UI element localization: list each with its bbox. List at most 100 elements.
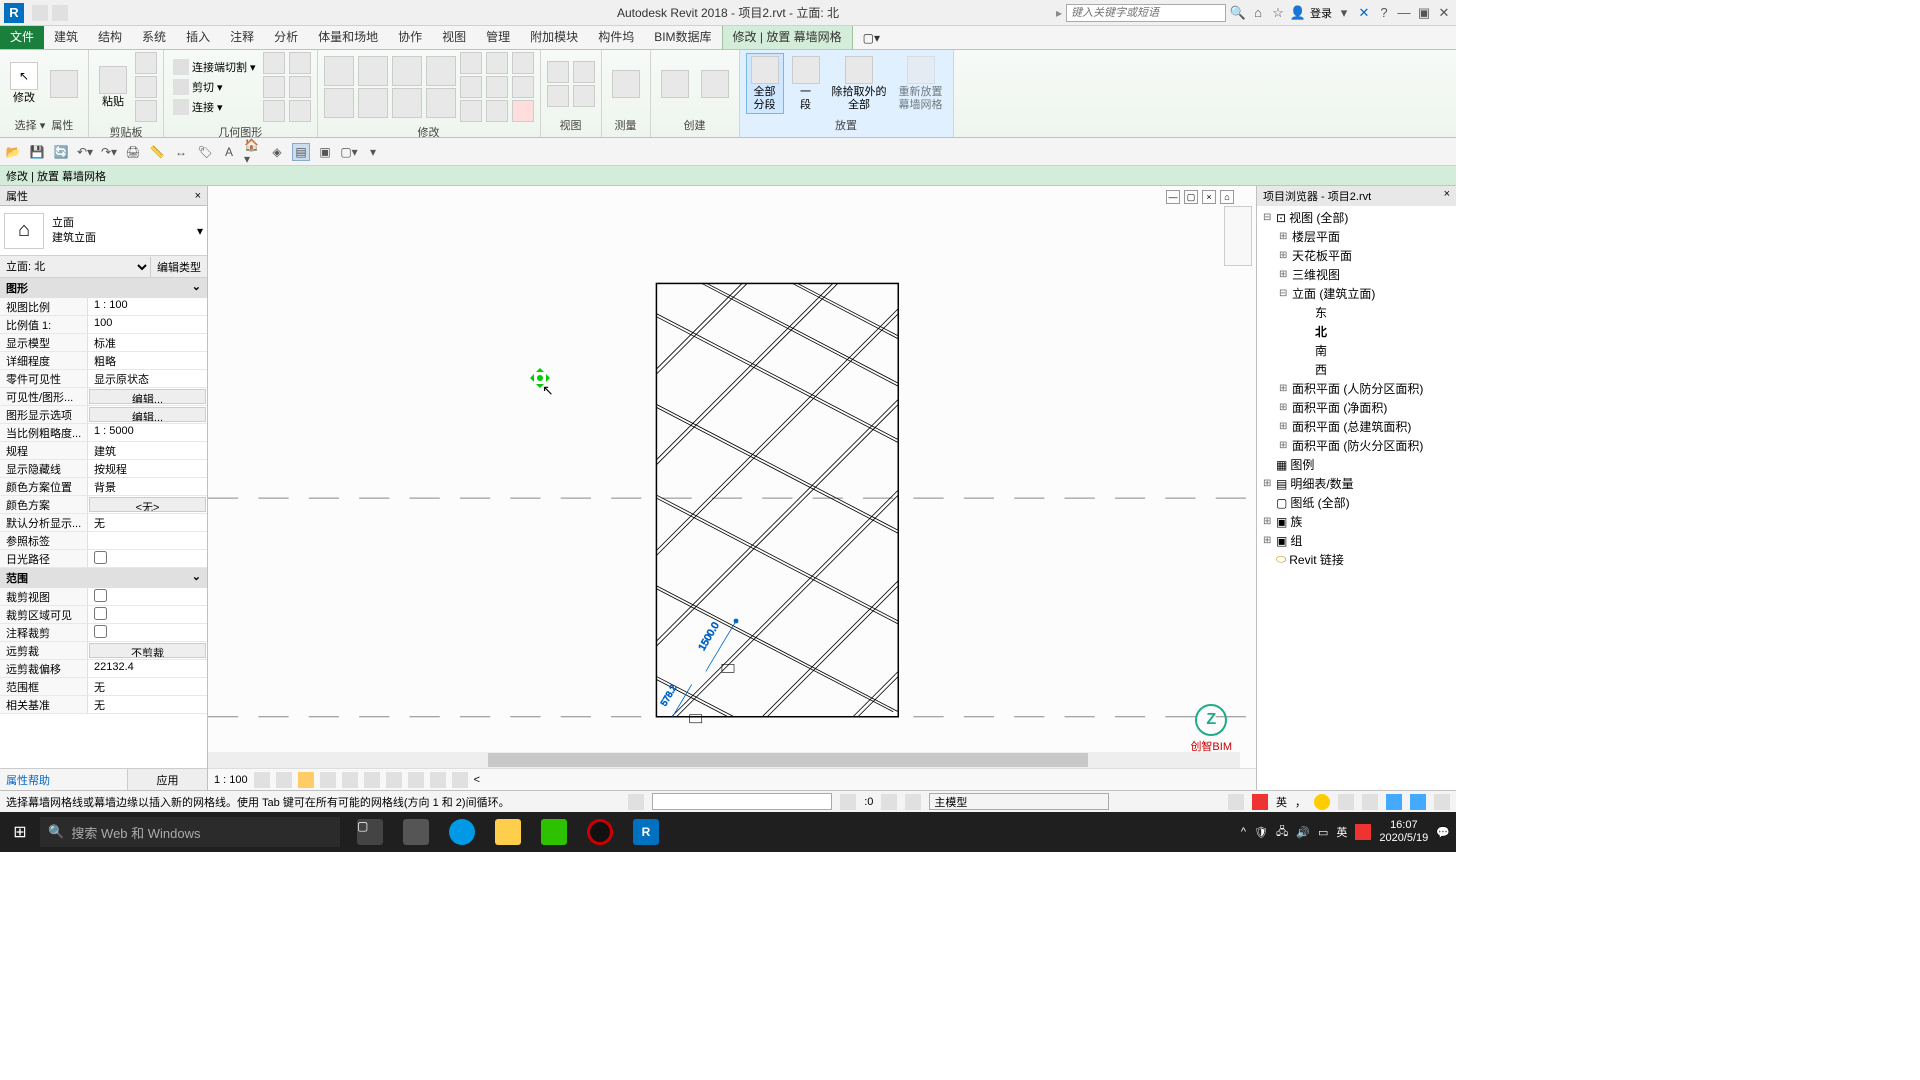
tab-panel-toggle[interactable]: ▢▾ bbox=[853, 27, 890, 49]
geom-tool-2[interactable] bbox=[263, 76, 285, 98]
start-button[interactable]: ⊞ bbox=[0, 812, 40, 852]
worksets-icon[interactable] bbox=[628, 794, 644, 810]
properties-help[interactable]: 属性帮助 bbox=[0, 769, 127, 790]
area-plans-1[interactable]: ⊞面积平面 (人防分区面积) bbox=[1259, 379, 1454, 398]
sun-icon[interactable] bbox=[298, 772, 314, 788]
crop-show-icon[interactable] bbox=[386, 772, 402, 788]
cut-clipboard[interactable] bbox=[135, 52, 157, 74]
views-root[interactable]: ⊟⊡视图 (全部) bbox=[1259, 208, 1454, 227]
horizontal-scrollbar[interactable] bbox=[208, 752, 1240, 768]
move-button[interactable] bbox=[324, 88, 354, 118]
skin-icon[interactable] bbox=[1386, 794, 1402, 810]
elevations[interactable]: ⊟立面 (建筑立面) bbox=[1259, 284, 1454, 303]
apply-button[interactable]: 应用 bbox=[127, 769, 207, 790]
m6[interactable] bbox=[486, 100, 508, 122]
paste-button[interactable]: 粘贴 bbox=[95, 64, 131, 110]
scale-display[interactable]: 1 : 100 bbox=[214, 774, 248, 786]
prop-value[interactable]: 无 bbox=[88, 514, 207, 531]
ime-label[interactable]: 英 bbox=[1276, 794, 1287, 810]
v4[interactable] bbox=[573, 85, 595, 107]
tab-file[interactable]: 文件 bbox=[0, 24, 44, 49]
copy-clipboard[interactable] bbox=[135, 76, 157, 98]
prop-value[interactable]: 无 bbox=[88, 696, 207, 713]
emoji-icon[interactable] bbox=[1314, 794, 1330, 810]
prop-value[interactable] bbox=[88, 532, 207, 549]
tab-annotate[interactable]: 注释 bbox=[220, 24, 264, 49]
one-segment-button[interactable]: 一 段 bbox=[788, 54, 824, 112]
tab-massing[interactable]: 体量和场地 bbox=[308, 24, 388, 49]
3d-icon[interactable]: 🏠▾ bbox=[244, 143, 262, 161]
prop-value-button[interactable]: 不剪裁 bbox=[89, 643, 206, 658]
view-min-icon[interactable]: — bbox=[1166, 190, 1180, 204]
tab-manage[interactable]: 管理 bbox=[476, 24, 520, 49]
search-input[interactable] bbox=[1066, 4, 1226, 22]
edit-type-button[interactable]: 编辑类型 bbox=[150, 257, 207, 277]
m7[interactable] bbox=[512, 52, 534, 74]
create-button-1[interactable] bbox=[657, 68, 693, 100]
select-links-icon[interactable] bbox=[1228, 794, 1244, 810]
tag-icon[interactable]: 🏷 bbox=[196, 143, 214, 161]
m4[interactable] bbox=[486, 52, 508, 74]
tray-notifications-icon[interactable]: 💬 bbox=[1436, 826, 1450, 839]
close-hidden-icon[interactable]: ▣ bbox=[316, 143, 334, 161]
keyboard-icon[interactable] bbox=[1362, 794, 1378, 810]
close-icon[interactable]: ✕ bbox=[1436, 5, 1452, 21]
tab-view[interactable]: 视图 bbox=[432, 24, 476, 49]
tab-collaborate[interactable]: 协作 bbox=[388, 24, 432, 49]
exchange-icon[interactable]: ✕ bbox=[1356, 5, 1372, 21]
copy-button[interactable] bbox=[358, 88, 388, 118]
geom-tool-3[interactable] bbox=[263, 100, 285, 122]
measure-button[interactable] bbox=[608, 68, 644, 100]
prop-value-checkbox[interactable] bbox=[88, 624, 207, 641]
shadow-icon[interactable] bbox=[320, 772, 336, 788]
prop-value[interactable]: 按规程 bbox=[88, 460, 207, 477]
cut-geom-button[interactable]: 剪切 ▾ bbox=[170, 78, 259, 96]
sogou-icon[interactable] bbox=[1252, 794, 1268, 810]
sync-icon[interactable]: 🔄 bbox=[52, 143, 70, 161]
m5[interactable] bbox=[486, 76, 508, 98]
tab-insert[interactable]: 插入 bbox=[176, 24, 220, 49]
prop-value[interactable]: 无 bbox=[88, 678, 207, 695]
tray-up-icon[interactable]: ^ bbox=[1241, 826, 1246, 838]
login-label[interactable]: 登录 bbox=[1310, 5, 1332, 21]
trim-button[interactable] bbox=[426, 56, 456, 86]
tab-systems[interactable]: 系统 bbox=[132, 24, 176, 49]
design-opt-icon[interactable] bbox=[905, 794, 921, 810]
legends[interactable]: ▦图例 bbox=[1259, 455, 1454, 474]
navigation-bar[interactable] bbox=[1224, 206, 1252, 266]
offset-button[interactable] bbox=[358, 56, 388, 86]
instance-filter[interactable]: 立面: 北 bbox=[0, 258, 150, 276]
tray-ime-icon[interactable]: 英 bbox=[1336, 824, 1347, 840]
type-props-button[interactable] bbox=[46, 68, 82, 100]
v2[interactable] bbox=[547, 85, 569, 107]
modify-tool[interactable]: ↖修改 bbox=[6, 60, 42, 106]
print-icon[interactable]: 🖨 bbox=[124, 143, 142, 161]
elev-west[interactable]: 西 bbox=[1259, 360, 1454, 379]
prop-value-checkbox[interactable] bbox=[88, 550, 207, 567]
prop-value[interactable]: 粗略 bbox=[88, 352, 207, 369]
menu-icon[interactable] bbox=[1434, 794, 1450, 810]
sheets[interactable]: ▢图纸 (全部) bbox=[1259, 493, 1454, 512]
drawing-canvas[interactable]: — ▢ × ⌂ bbox=[208, 186, 1256, 790]
detail-level-icon[interactable] bbox=[254, 772, 270, 788]
unlock-icon[interactable] bbox=[408, 772, 424, 788]
tray-network-icon[interactable]: 🖧 bbox=[1276, 823, 1288, 842]
main-model-combo[interactable]: 主模型 bbox=[929, 793, 1109, 810]
m2[interactable] bbox=[460, 76, 482, 98]
view-close-icon[interactable]: × bbox=[1202, 190, 1216, 204]
m3[interactable] bbox=[460, 100, 482, 122]
prop-value[interactable]: 标准 bbox=[88, 334, 207, 351]
prop-value-button[interactable]: 编辑... bbox=[89, 407, 206, 422]
tab-addins[interactable]: 附加模块 bbox=[520, 24, 588, 49]
switch-icon[interactable]: ▢▾ bbox=[340, 143, 358, 161]
tray-battery-icon[interactable]: ▭ bbox=[1318, 826, 1328, 839]
tab-bim[interactable]: BIM数据库 bbox=[644, 24, 721, 49]
mic-icon[interactable] bbox=[1338, 794, 1354, 810]
app-wechat[interactable] bbox=[532, 812, 576, 852]
view-home-icon[interactable]: ⌂ bbox=[1220, 190, 1234, 204]
key-icon[interactable]: ⌂ bbox=[1250, 5, 1266, 21]
star-icon[interactable]: ☆ bbox=[1270, 5, 1286, 21]
prop-value[interactable]: 建筑 bbox=[88, 442, 207, 459]
task-view[interactable]: ▢ bbox=[348, 812, 392, 852]
prop-value[interactable]: 1 : 100 bbox=[88, 298, 207, 315]
